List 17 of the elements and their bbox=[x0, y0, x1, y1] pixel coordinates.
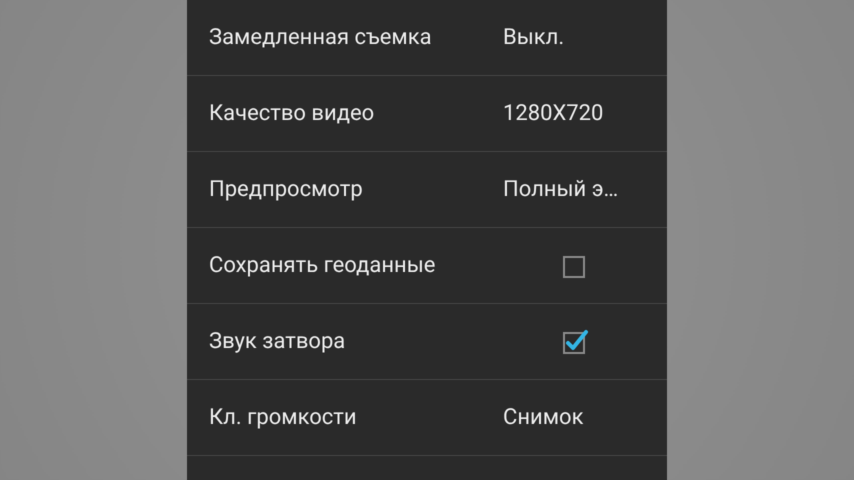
setting-label: Кл. громкости bbox=[209, 405, 358, 430]
setting-label: Звук затвора bbox=[209, 329, 346, 354]
setting-value: Полный э… bbox=[503, 177, 618, 202]
settings-row[interactable]: Предпросмотр Полный э… bbox=[187, 152, 667, 228]
setting-value: Снимок bbox=[503, 405, 584, 430]
settings-row[interactable]: Замедленная съемка Выкл. bbox=[187, 0, 667, 76]
setting-label: Сохранять геоданные bbox=[209, 253, 436, 278]
settings-row[interactable]: Сохранять геоданные bbox=[187, 228, 667, 304]
setting-label: Качество видео bbox=[209, 101, 376, 126]
settings-row[interactable]: Кл. громкости Снимок bbox=[187, 380, 667, 456]
settings-row[interactable]: Качество видео 1280X720 bbox=[187, 76, 667, 152]
setting-value: Выкл. bbox=[503, 25, 564, 50]
setting-value: 1280X720 bbox=[503, 101, 604, 126]
setting-label: Замедленная съемка bbox=[209, 25, 433, 50]
checkbox[interactable] bbox=[561, 328, 589, 356]
settings-row[interactable]: Звук затвора bbox=[187, 304, 667, 380]
setting-label: Предпросмотр bbox=[209, 177, 364, 202]
